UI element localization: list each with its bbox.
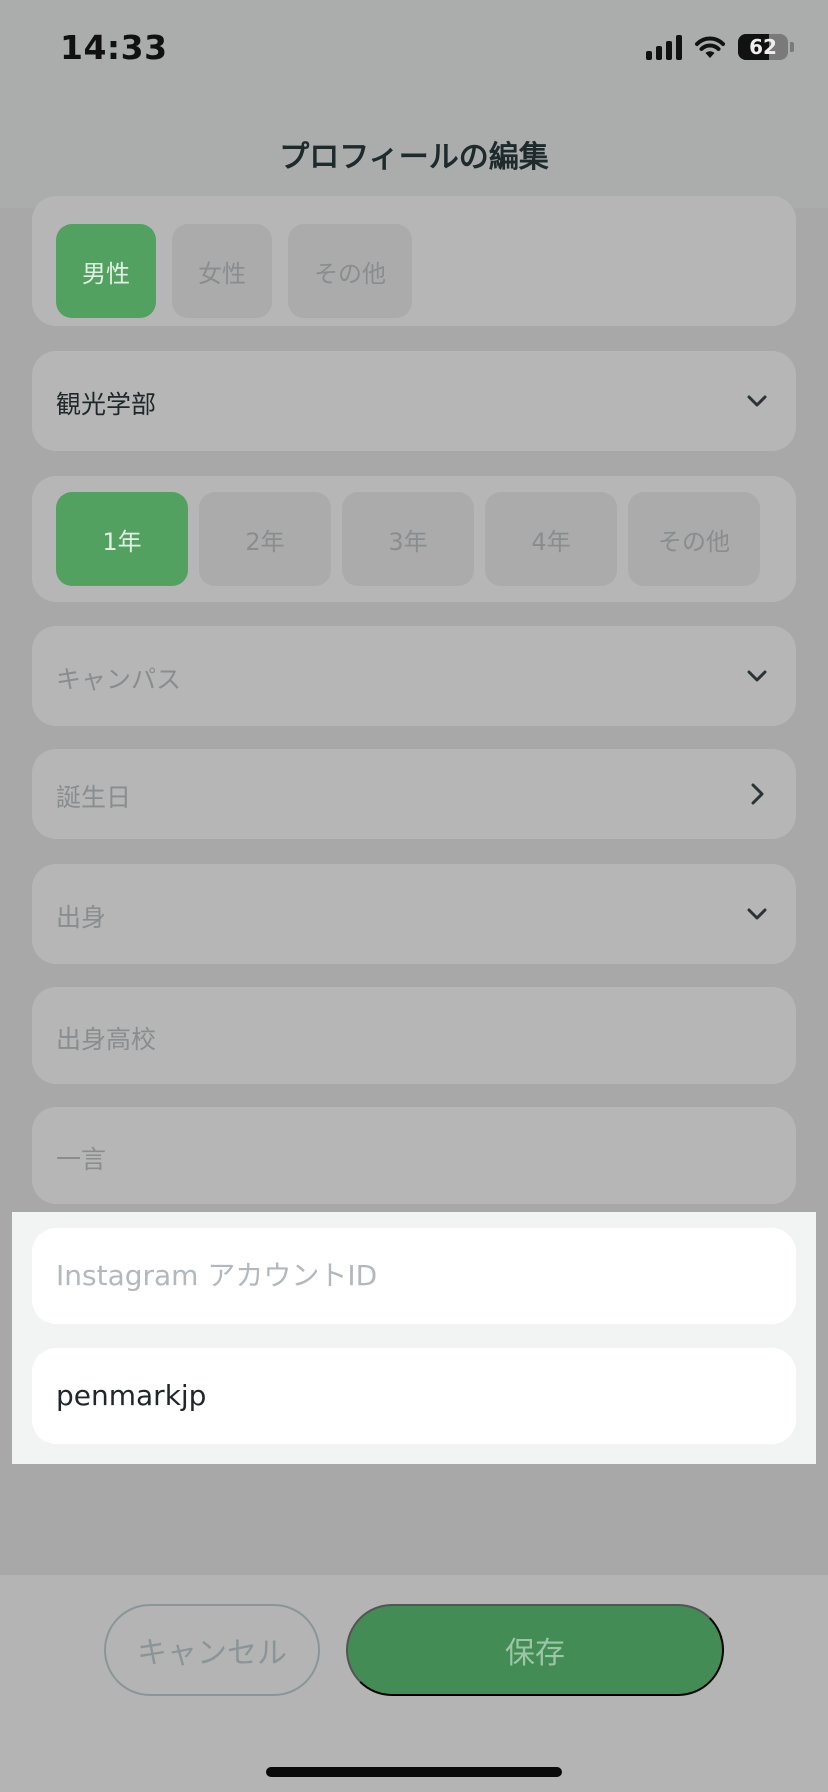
gender-option-other[interactable]: その他 — [288, 224, 412, 318]
chevron-right-icon — [751, 783, 764, 805]
bottom-action-bar: キャンセル 保存 — [0, 1575, 828, 1792]
grade-option-1[interactable]: 1年 — [56, 492, 188, 586]
home-indicator[interactable] — [266, 1767, 562, 1777]
status-icons: 62 — [646, 34, 794, 60]
campus-placeholder: キャンパス — [56, 665, 182, 694]
hometown-select[interactable]: 出身 — [32, 864, 796, 964]
chevron-down-icon — [747, 395, 767, 407]
gender-option-female[interactable]: 女性 — [172, 224, 272, 318]
faculty-value: 観光学部 — [56, 390, 157, 419]
edit-profile-screen: 14:33 62 プロフィールの編集 男性 女性 その他 観光学部 1年 2年 … — [0, 0, 828, 1792]
page-title: プロフィールの編集 — [279, 140, 549, 175]
high-school-field[interactable]: 出身高校 — [32, 987, 796, 1084]
campus-select[interactable]: キャンパス — [32, 626, 796, 726]
grade-option-other[interactable]: その他 — [628, 492, 760, 586]
high-school-placeholder: 出身高校 — [56, 1025, 157, 1054]
chevron-down-icon — [747, 670, 767, 682]
chevron-down-icon — [747, 908, 767, 920]
status-bar: 14:33 62 — [0, 0, 828, 100]
status-time: 14:33 — [60, 28, 168, 67]
battery-icon: 62 — [738, 34, 788, 60]
gender-option-male[interactable]: 男性 — [56, 224, 156, 318]
cellular-signal-icon — [646, 34, 682, 60]
birthday-field[interactable]: 誕生日 — [32, 749, 796, 839]
comment-field[interactable]: 一言 — [32, 1107, 796, 1204]
grade-option-2[interactable]: 2年 — [199, 492, 331, 586]
grade-selector: 1年 2年 3年 4年 その他 — [32, 476, 796, 602]
gender-selector: 男性 女性 その他 — [32, 196, 796, 326]
wifi-icon — [695, 36, 725, 58]
instagram-label-field[interactable]: Instagram アカウントID — [32, 1228, 796, 1324]
instagram-id-input[interactable]: penmarkjp — [32, 1348, 796, 1444]
battery-level: 62 — [749, 35, 777, 59]
hometown-placeholder: 出身 — [56, 903, 107, 932]
nav-header: プロフィールの編集 — [0, 100, 828, 208]
birthday-placeholder: 誕生日 — [56, 783, 132, 812]
instagram-id-value: penmarkjp — [56, 1379, 207, 1412]
comment-placeholder: 一言 — [56, 1145, 107, 1174]
grade-option-4[interactable]: 4年 — [485, 492, 617, 586]
save-button[interactable]: 保存 — [346, 1604, 724, 1696]
battery-cap — [790, 42, 794, 52]
grade-option-3[interactable]: 3年 — [342, 492, 474, 586]
instagram-section: Instagram アカウントID penmarkjp — [12, 1212, 816, 1464]
instagram-placeholder: Instagram アカウントID — [56, 1259, 378, 1292]
faculty-select[interactable]: 観光学部 — [32, 351, 796, 451]
cancel-button[interactable]: キャンセル — [104, 1604, 320, 1696]
